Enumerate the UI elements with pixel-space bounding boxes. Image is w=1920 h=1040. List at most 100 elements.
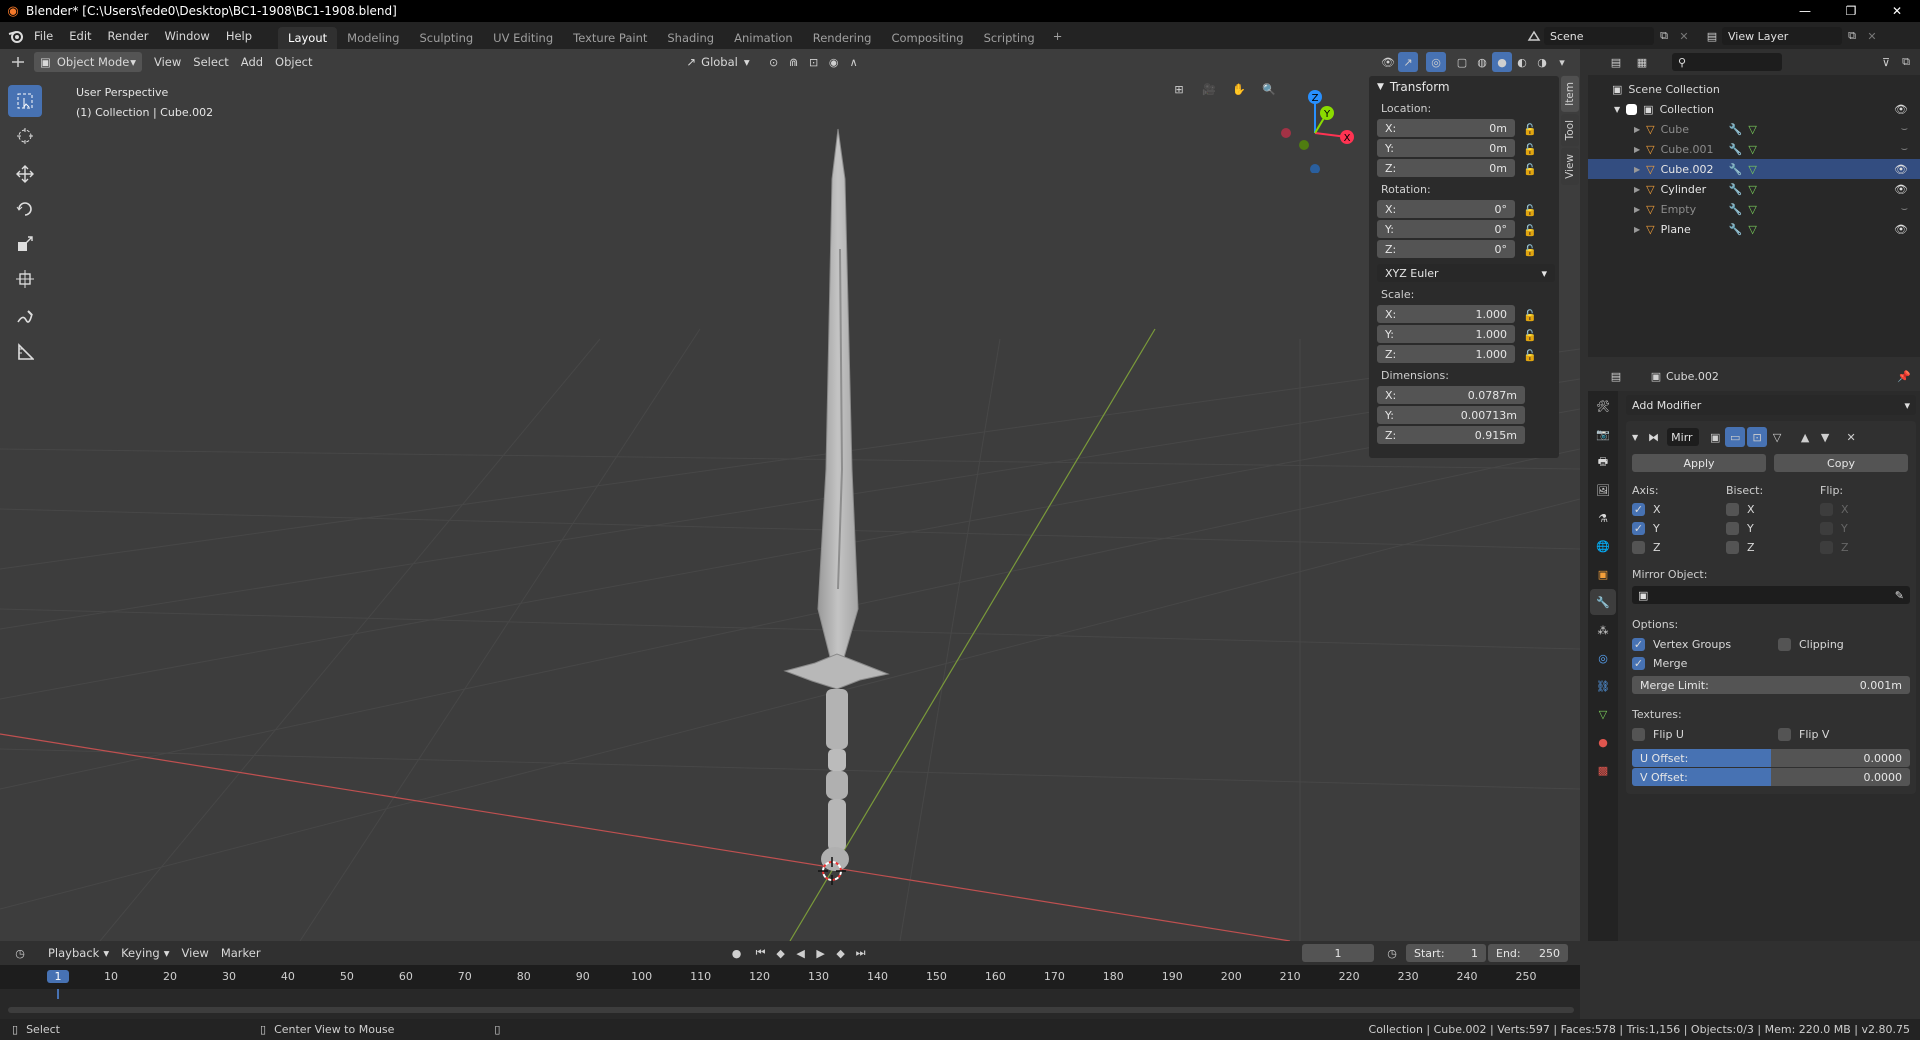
view-layer-tab-icon[interactable]: 🖼 xyxy=(1590,477,1616,503)
minimize-button[interactable]: — xyxy=(1782,0,1828,22)
visibility-icon[interactable]: 👁 xyxy=(1378,52,1398,72)
lock-icon[interactable]: 🔓 xyxy=(1519,201,1541,219)
pivot-point-icon[interactable]: ⊙ xyxy=(764,52,784,72)
eyedropper-icon[interactable]: ✎ xyxy=(1895,589,1904,602)
tab-sculpting[interactable]: Sculpting xyxy=(409,27,483,49)
flip-z-checkbox[interactable]: Z xyxy=(1820,541,1849,554)
eye-closed-icon[interactable]: ⌣ xyxy=(1901,122,1908,136)
rotation-x-field[interactable]: X: 0° xyxy=(1377,200,1515,218)
add-workspace-button[interactable]: + xyxy=(1045,26,1071,46)
flip-x-checkbox[interactable]: X xyxy=(1820,503,1849,516)
modifier-icon[interactable]: 🔧 xyxy=(1729,183,1743,196)
material-tab-icon[interactable]: ● xyxy=(1590,729,1616,755)
expand-icon[interactable]: ▶ xyxy=(1634,165,1640,174)
editor-type-icon[interactable] xyxy=(8,52,28,72)
modifier-icon[interactable]: 🔧 xyxy=(1729,143,1743,156)
location-x-field[interactable]: X: 0m xyxy=(1377,119,1515,137)
eye-closed-icon[interactable]: ⌣ xyxy=(1901,202,1908,216)
axis-z-checkbox[interactable]: Z xyxy=(1632,541,1726,554)
clock-icon[interactable]: ◷ xyxy=(10,943,30,963)
tab-uv-editing[interactable]: UV Editing xyxy=(483,27,563,49)
output-tab-icon[interactable]: 🖶 xyxy=(1590,449,1616,475)
bisect-x-checkbox[interactable]: X xyxy=(1726,503,1820,516)
proportional-edit-icon[interactable]: ◉ xyxy=(824,52,844,72)
new-view-layer-icon[interactable]: ⧉ xyxy=(1842,26,1862,46)
expand-icon[interactable]: ▶ xyxy=(1634,145,1640,154)
menu-help[interactable]: Help xyxy=(218,26,260,46)
filter-icon[interactable]: ⊽ xyxy=(1876,52,1896,72)
menu-file[interactable]: File xyxy=(26,26,61,46)
lock-icon[interactable]: 🔓 xyxy=(1519,241,1541,259)
move-down-icon[interactable]: ▼ xyxy=(1815,427,1835,447)
clipping-checkbox[interactable]: Clipping xyxy=(1778,638,1844,651)
mode-selector[interactable]: ▣ Object Mode ▾ xyxy=(34,52,142,72)
axis-gizmo[interactable]: Z X Y xyxy=(1268,83,1358,173)
tab-animation[interactable]: Animation xyxy=(724,27,803,49)
tab-texture-paint[interactable]: Texture Paint xyxy=(563,27,657,49)
v-offset-field[interactable]: V Offset: 0.0000 xyxy=(1632,768,1910,786)
gizmo-toggle-icon[interactable]: ↗ xyxy=(1398,52,1418,72)
world-tab-icon[interactable]: 🌐 xyxy=(1590,533,1616,559)
cursor-tool[interactable] xyxy=(8,120,42,152)
modifier-tab-icon[interactable]: 🔧 xyxy=(1590,589,1616,615)
preview-range-icon[interactable]: ◷ xyxy=(1382,943,1402,963)
eye-icon[interactable]: 👁 xyxy=(1894,163,1908,176)
lock-icon[interactable]: 🔓 xyxy=(1519,306,1541,324)
play-reverse-icon[interactable]: ◀ xyxy=(791,943,811,963)
prev-keyframe-icon[interactable]: ◆ xyxy=(771,943,791,963)
tab-shading[interactable]: Shading xyxy=(657,27,724,49)
eye-icon[interactable]: 👁 xyxy=(1894,183,1908,196)
location-z-field[interactable]: Z: 0m xyxy=(1377,159,1515,177)
dimensions-x-field[interactable]: X: 0.0787m xyxy=(1377,386,1525,404)
render-tab-icon[interactable]: 📷 xyxy=(1590,421,1616,447)
viewport-menu-select[interactable]: Select xyxy=(187,52,234,72)
location-y-field[interactable]: Y: 0m xyxy=(1377,139,1515,157)
material-shading-icon[interactable]: ◐ xyxy=(1512,52,1532,72)
expand-icon[interactable]: ▶ xyxy=(1634,205,1640,214)
mesh-data-icon[interactable]: ▽ xyxy=(1748,223,1756,236)
flip-u-checkbox[interactable]: Flip U xyxy=(1632,728,1778,741)
xray-icon[interactable]: ▢ xyxy=(1452,52,1472,72)
viewport-menu-object[interactable]: Object xyxy=(269,52,318,72)
editor-type-icon[interactable]: ▤ xyxy=(1606,52,1626,72)
outliner-item[interactable]: ▶ ▽ Plane 🔧 ▽ 👁 xyxy=(1588,219,1920,239)
collapse-icon[interactable]: ▼ xyxy=(1632,433,1638,442)
modifier-name-input[interactable]: Mirr xyxy=(1667,428,1700,446)
outliner-item[interactable]: ▶ ▽ Cube.001 🔧 ▽ ⌣ xyxy=(1588,139,1920,159)
modifier-icon[interactable]: 🔧 xyxy=(1729,163,1743,176)
constraints-tab-icon[interactable]: ⛓ xyxy=(1590,673,1616,699)
outliner-item[interactable]: ▶ ▽ Empty 🔧 ▽ ⌣ xyxy=(1588,199,1920,219)
camera-view-icon[interactable]: 🎥 xyxy=(1194,79,1224,99)
lock-icon[interactable]: 🔓 xyxy=(1519,160,1541,178)
jump-end-icon[interactable]: ⏭ xyxy=(851,943,871,963)
mesh-data-icon[interactable]: ▽ xyxy=(1748,183,1756,196)
outliner-scene-collection[interactable]: ▣ Scene Collection xyxy=(1588,79,1920,99)
scene-icon[interactable] xyxy=(1524,26,1544,46)
mesh-data-icon[interactable]: ▽ xyxy=(1748,203,1756,216)
expand-icon[interactable]: ▶ xyxy=(1634,125,1640,134)
transform-orientation-selector[interactable]: ↗ Global ▾ xyxy=(681,52,756,72)
object-tab-icon[interactable]: ▣ xyxy=(1590,561,1616,587)
remove-scene-icon[interactable]: ✕ xyxy=(1674,26,1694,46)
shading-options-icon[interactable]: ▾ xyxy=(1552,52,1572,72)
measure-tool[interactable] xyxy=(8,336,42,368)
outliner-item[interactable]: ▶ ▽ Cylinder 🔧 ▽ 👁 xyxy=(1588,179,1920,199)
u-offset-field[interactable]: U Offset: 0.0000 xyxy=(1632,749,1910,767)
sidebar-tab-view[interactable]: View xyxy=(1561,148,1579,186)
start-frame-field[interactable]: Start: 1 xyxy=(1406,944,1486,962)
outliner-item[interactable]: ▶ ▽ Cube.002 🔧 ▽ 👁 xyxy=(1588,159,1920,179)
end-frame-field[interactable]: End: 250 xyxy=(1488,944,1568,962)
editmode-toggle-icon[interactable]: ▣ xyxy=(1705,427,1725,447)
new-scene-icon[interactable]: ⧉ xyxy=(1654,26,1674,46)
modifier-icon[interactable]: 🔧 xyxy=(1729,223,1743,236)
mesh-data-icon[interactable]: ▽ xyxy=(1748,163,1756,176)
view-layer-icon[interactable]: ▤ xyxy=(1702,26,1722,46)
solid-shading-icon[interactable]: ● xyxy=(1492,52,1512,72)
sidebar-tab-tool[interactable]: Tool xyxy=(1561,113,1579,147)
3d-viewport[interactable]: ▣ Object Mode ▾ View Select Add Object ↗ Globa… xyxy=(0,49,1580,941)
realtime-toggle-icon[interactable]: ▭ xyxy=(1725,427,1746,447)
rotation-mode-selector[interactable]: XYZ Euler ▾ xyxy=(1377,264,1555,282)
overlays-icon[interactable]: ◎ xyxy=(1426,52,1446,72)
axis-x-checkbox[interactable]: ✓ X xyxy=(1632,503,1726,516)
tab-compositing[interactable]: Compositing xyxy=(881,27,973,49)
